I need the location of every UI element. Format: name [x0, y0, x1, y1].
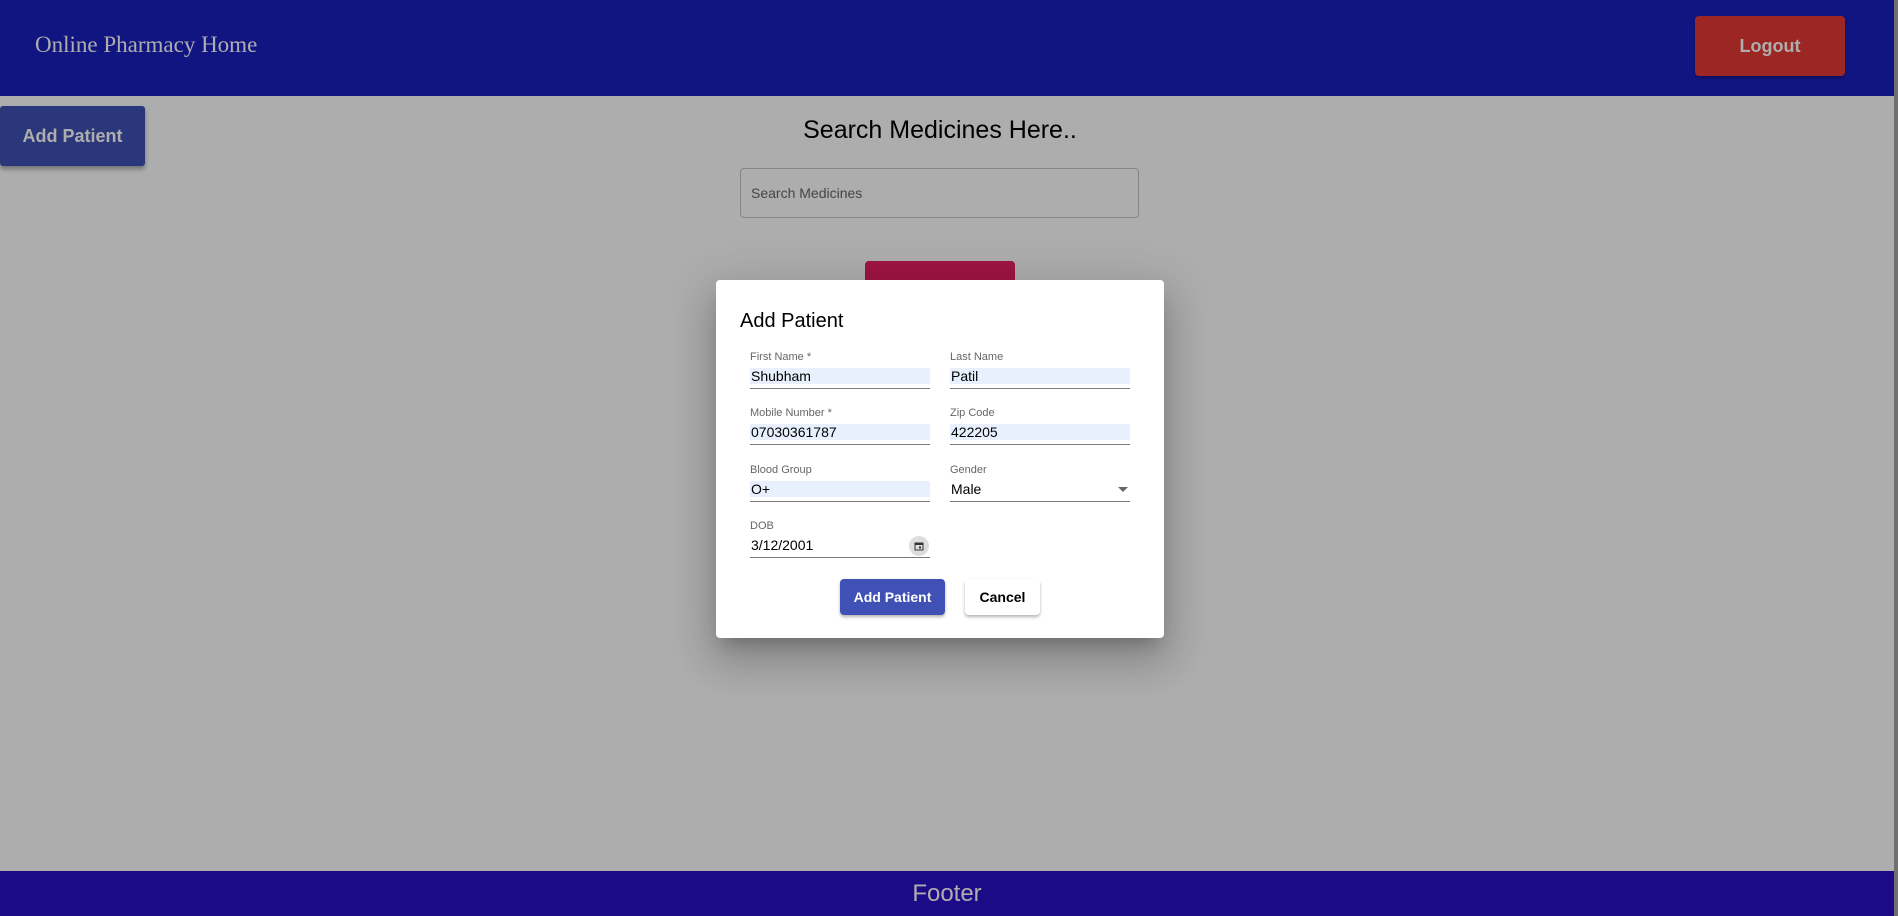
chevron-down-icon[interactable]	[1118, 487, 1128, 492]
zip-input[interactable]: 422205	[950, 424, 1130, 440]
zip-label: Zip Code	[950, 407, 995, 419]
first-name-field[interactable]: First Name * Shubham	[750, 350, 930, 389]
blood-group-underline	[750, 501, 930, 502]
zip-field[interactable]: Zip Code 422205	[950, 406, 1130, 445]
dob-underline	[750, 557, 930, 558]
last-name-underline	[950, 388, 1130, 389]
blood-group-input[interactable]: O+	[750, 481, 930, 497]
zip-underline	[950, 444, 1130, 445]
mobile-label: Mobile Number *	[750, 407, 832, 419]
mobile-field[interactable]: Mobile Number * 07030361787	[750, 406, 930, 445]
first-name-label: First Name *	[750, 351, 812, 363]
last-name-label: Last Name	[950, 351, 1004, 363]
gender-label: Gender	[950, 464, 987, 476]
dialog-title: Add Patient	[740, 310, 844, 332]
last-name-field[interactable]: Last Name Patil	[950, 350, 1130, 389]
page-scrollbar[interactable]	[1894, 0, 1898, 916]
first-name-input[interactable]: Shubham	[750, 368, 930, 384]
blood-group-label: Blood Group	[750, 464, 812, 476]
cancel-button[interactable]: Cancel	[965, 579, 1040, 615]
gender-field[interactable]: Gender Male	[950, 463, 1130, 502]
dob-label: DOB	[750, 520, 774, 532]
calendar-icon[interactable]	[909, 536, 929, 556]
gender-underline	[950, 501, 1130, 502]
last-name-input[interactable]: Patil	[950, 368, 1130, 384]
gender-select[interactable]: Male	[950, 481, 1130, 497]
mobile-underline	[750, 444, 930, 445]
blood-group-field[interactable]: Blood Group O+	[750, 463, 930, 502]
submit-add-patient-button[interactable]: Add Patient	[840, 579, 945, 615]
add-patient-dialog: Add Patient First Name * Shubham Last Na…	[716, 280, 1164, 638]
first-name-underline	[750, 388, 930, 389]
mobile-input[interactable]: 07030361787	[750, 424, 930, 440]
dob-input[interactable]: 3/12/2001	[750, 537, 930, 553]
dob-field[interactable]: DOB 3/12/2001	[750, 519, 930, 558]
